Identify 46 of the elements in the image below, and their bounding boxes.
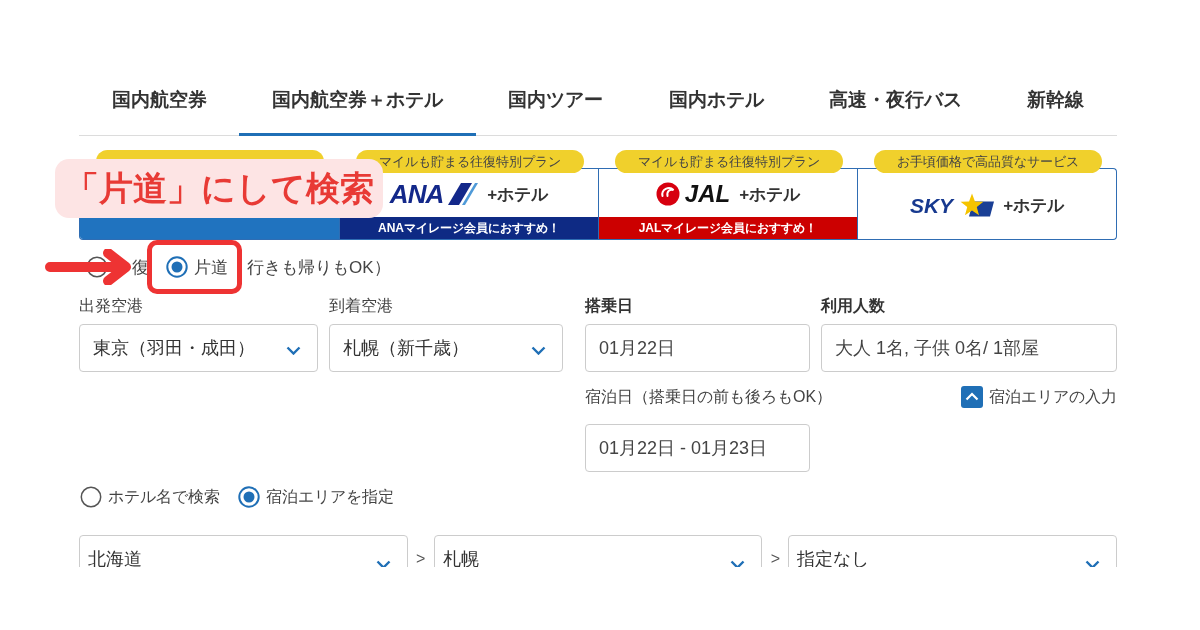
input-field[interactable]: 01月22日	[585, 324, 810, 372]
tab[interactable]: 国内航空券	[79, 72, 240, 136]
tab[interactable]: 高速・夜行バス	[796, 72, 995, 136]
plan-label: +ホテル	[739, 183, 801, 206]
field-label: 宿泊日（搭乗日の前も後ろもOK）	[585, 386, 833, 407]
tab[interactable]: 国内航空券＋ホテル	[239, 72, 476, 136]
airport-select[interactable]: 札幌（新千歳）	[329, 324, 563, 372]
logo-text: JAL	[684, 182, 731, 206]
star-logo-icon	[958, 193, 995, 217]
trip-note: 行きも帰りもOK）	[247, 256, 391, 279]
field-label: 利用人数	[821, 296, 886, 316]
chevron-down-icon	[730, 559, 746, 567]
plan-badge: お手頃価格で高品質なサービス	[873, 150, 1102, 173]
chevron-down-icon	[286, 345, 301, 355]
logo-text: ANA	[389, 181, 444, 207]
callout-label: 「片道」にして検索	[55, 159, 383, 218]
tab[interactable]: 国内ツアー	[475, 72, 636, 136]
plan-badge: マイルも貯まる往復特別プラン	[614, 150, 843, 173]
tab[interactable]: 新幹線	[994, 72, 1117, 136]
chevron-down-icon	[531, 345, 546, 355]
plan-banner: JALマイレージ会員におすすめ！	[599, 217, 857, 239]
area-select[interactable]: 札幌	[433, 535, 763, 567]
stripe-logo-icon	[448, 183, 479, 205]
date-range-field[interactable]: 01月22日 - 01月23日	[585, 424, 810, 472]
plan-label: +ホテル	[1003, 194, 1065, 217]
radio-option[interactable]: 復	[86, 255, 149, 279]
area-toggle[interactable]: 宿泊エリアの入力	[961, 386, 1117, 408]
field-label: 搭乗日	[585, 296, 634, 316]
chevron-down-icon	[375, 559, 391, 567]
arrow-icon	[45, 249, 131, 285]
airport-select[interactable]: 東京（羽田・成田）	[79, 324, 318, 372]
tab[interactable]: 国内ホテル	[636, 72, 797, 136]
radio-option[interactable]: ホテル名で検索	[80, 486, 220, 508]
radio-option[interactable]: 宿泊エリアを指定	[238, 486, 394, 508]
field-label: 出発空港	[79, 296, 144, 316]
radio-option[interactable]: 片道	[166, 255, 228, 279]
area-select[interactable]: 北海道	[79, 535, 408, 567]
field-label: 到着空港	[329, 296, 394, 316]
plan-banner: ANAマイレージ会員におすすめ！	[340, 217, 598, 239]
plan-label: +ホテル	[487, 183, 549, 206]
input-field[interactable]: 大人 1名, 子供 0名/ 1部屋	[821, 324, 1117, 372]
logo-text: SKY	[909, 194, 954, 216]
crane-logo-icon	[655, 182, 680, 206]
separator-text: >	[769, 549, 781, 567]
separator-text: >	[415, 549, 427, 567]
chevron-down-icon	[1085, 559, 1100, 567]
